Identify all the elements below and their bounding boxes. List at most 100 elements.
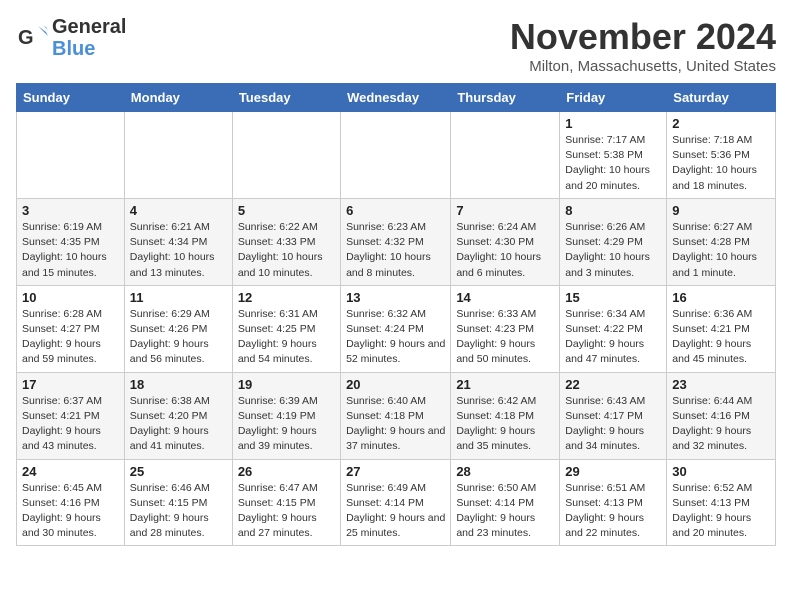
logo-line1: General [52, 16, 126, 38]
calendar-cell: 23 Sunrise: 6:44 AM Sunset: 4:16 PM Dayli… [667, 372, 776, 459]
day-number: 4 [130, 203, 227, 218]
day-number: 5 [238, 203, 335, 218]
day-info: Sunrise: 6:39 AM Sunset: 4:19 PM Dayligh… [238, 394, 335, 455]
day-info: Sunrise: 6:40 AM Sunset: 4:18 PM Dayligh… [346, 394, 445, 455]
calendar-cell: 26 Sunrise: 6:47 AM Sunset: 4:15 PM Dayli… [232, 459, 340, 546]
day-info: Sunrise: 6:33 AM Sunset: 4:23 PM Dayligh… [456, 307, 554, 368]
calendar-header-row: SundayMondayTuesdayWednesdayThursdayFrid… [17, 84, 776, 112]
day-info: Sunrise: 6:43 AM Sunset: 4:17 PM Dayligh… [565, 394, 661, 455]
svg-text:G: G [18, 27, 34, 49]
day-info: Sunrise: 6:36 AM Sunset: 4:21 PM Dayligh… [672, 307, 770, 368]
calendar-cell: 1 Sunrise: 7:17 AM Sunset: 5:38 PM Daylig… [560, 112, 667, 199]
day-number: 11 [130, 290, 227, 305]
logo: G General Blue [16, 16, 126, 60]
calendar-cell: 7Sunrise: 6:24 AM Sunset: 4:30 PM Daylig… [451, 198, 560, 285]
day-number: 3 [22, 203, 119, 218]
day-number: 16 [672, 290, 770, 305]
column-header-sunday: Sunday [17, 84, 125, 112]
day-number: 22 [565, 377, 661, 392]
day-info: Sunrise: 6:22 AM Sunset: 4:33 PM Dayligh… [238, 220, 335, 281]
day-number: 25 [130, 464, 227, 479]
calendar-cell: 19 Sunrise: 6:39 AM Sunset: 4:19 PM Dayli… [232, 372, 340, 459]
day-number: 14 [456, 290, 554, 305]
calendar-cell: 21 Sunrise: 6:42 AM Sunset: 4:18 PM Dayli… [451, 372, 560, 459]
day-info: Sunrise: 7:17 AM Sunset: 5:38 PM Dayligh… [565, 133, 661, 194]
calendar-cell: 11 Sunrise: 6:29 AM Sunset: 4:26 PM Dayli… [124, 285, 232, 372]
day-info: Sunrise: 7:18 AM Sunset: 5:36 PM Dayligh… [672, 133, 770, 194]
month-title: November 2024 [510, 16, 776, 58]
calendar-cell: 29Sunrise: 6:51 AM Sunset: 4:13 PM Dayli… [560, 459, 667, 546]
page-header: G General Blue November 2024 Milton, Mas… [16, 16, 776, 75]
day-info: Sunrise: 6:37 AM Sunset: 4:21 PM Dayligh… [22, 394, 119, 455]
calendar-cell: 15 Sunrise: 6:34 AM Sunset: 4:22 PM Dayli… [560, 285, 667, 372]
column-header-saturday: Saturday [667, 84, 776, 112]
column-header-monday: Monday [124, 84, 232, 112]
day-info: Sunrise: 6:28 AM Sunset: 4:27 PM Dayligh… [22, 307, 119, 368]
day-info: Sunrise: 6:19 AM Sunset: 4:35 PM Dayligh… [22, 220, 119, 281]
calendar-week-5: 24Sunrise: 6:45 AM Sunset: 4:16 PM Dayli… [17, 459, 776, 546]
calendar-week-2: 3 Sunrise: 6:19 AM Sunset: 4:35 PM Daylig… [17, 198, 776, 285]
day-number: 12 [238, 290, 335, 305]
calendar-cell: 25 Sunrise: 6:46 AM Sunset: 4:15 PM Dayli… [124, 459, 232, 546]
day-number: 1 [565, 116, 661, 131]
day-info: Sunrise: 6:49 AM Sunset: 4:14 PM Dayligh… [346, 481, 445, 542]
calendar-cell [232, 112, 340, 199]
day-info: Sunrise: 6:27 AM Sunset: 4:28 PM Dayligh… [672, 220, 770, 281]
day-number: 2 [672, 116, 770, 131]
day-number: 26 [238, 464, 335, 479]
calendar-cell: 10 Sunrise: 6:28 AM Sunset: 4:27 PM Dayli… [17, 285, 125, 372]
calendar-cell: 20 Sunrise: 6:40 AM Sunset: 4:18 PM Dayli… [341, 372, 451, 459]
day-info: Sunrise: 6:23 AM Sunset: 4:32 PM Dayligh… [346, 220, 445, 281]
day-number: 10 [22, 290, 119, 305]
day-number: 19 [238, 377, 335, 392]
calendar-cell: 13 Sunrise: 6:32 AM Sunset: 4:24 PM Dayli… [341, 285, 451, 372]
column-header-thursday: Thursday [451, 84, 560, 112]
day-number: 17 [22, 377, 119, 392]
day-info: Sunrise: 6:46 AM Sunset: 4:15 PM Dayligh… [130, 481, 227, 542]
calendar-week-1: 1 Sunrise: 7:17 AM Sunset: 5:38 PM Daylig… [17, 112, 776, 199]
day-info: Sunrise: 6:44 AM Sunset: 4:16 PM Dayligh… [672, 394, 770, 455]
day-number: 30 [672, 464, 770, 479]
day-info: Sunrise: 6:47 AM Sunset: 4:15 PM Dayligh… [238, 481, 335, 542]
column-header-friday: Friday [560, 84, 667, 112]
day-number: 20 [346, 377, 445, 392]
day-number: 15 [565, 290, 661, 305]
calendar-cell [341, 112, 451, 199]
calendar-week-4: 17 Sunrise: 6:37 AM Sunset: 4:21 PM Dayli… [17, 372, 776, 459]
day-info: Sunrise: 6:34 AM Sunset: 4:22 PM Dayligh… [565, 307, 661, 368]
calendar-cell: 18 Sunrise: 6:38 AM Sunset: 4:20 PM Dayli… [124, 372, 232, 459]
day-info: Sunrise: 6:21 AM Sunset: 4:34 PM Dayligh… [130, 220, 227, 281]
day-number: 23 [672, 377, 770, 392]
day-number: 8 [565, 203, 661, 218]
calendar-cell: 22 Sunrise: 6:43 AM Sunset: 4:17 PM Dayli… [560, 372, 667, 459]
logo-line2: Blue [52, 38, 126, 60]
calendar-cell: 2 Sunrise: 7:18 AM Sunset: 5:36 PM Daylig… [667, 112, 776, 199]
day-info: Sunrise: 6:29 AM Sunset: 4:26 PM Dayligh… [130, 307, 227, 368]
day-number: 13 [346, 290, 445, 305]
day-info: Sunrise: 6:42 AM Sunset: 4:18 PM Dayligh… [456, 394, 554, 455]
logo-icon: G [16, 22, 48, 54]
calendar-cell [17, 112, 125, 199]
day-info: Sunrise: 6:50 AM Sunset: 4:14 PM Dayligh… [456, 481, 554, 542]
day-info: Sunrise: 6:38 AM Sunset: 4:20 PM Dayligh… [130, 394, 227, 455]
calendar-cell: 8Sunrise: 6:26 AM Sunset: 4:29 PM Daylig… [560, 198, 667, 285]
calendar-cell: 16 Sunrise: 6:36 AM Sunset: 4:21 PM Dayli… [667, 285, 776, 372]
day-number: 21 [456, 377, 554, 392]
calendar-cell: 27 Sunrise: 6:49 AM Sunset: 4:14 PM Dayli… [341, 459, 451, 546]
calendar-cell: 24Sunrise: 6:45 AM Sunset: 4:16 PM Dayli… [17, 459, 125, 546]
title-area: November 2024 Milton, Massachusetts, Uni… [510, 16, 776, 75]
day-info: Sunrise: 6:52 AM Sunset: 4:13 PM Dayligh… [672, 481, 770, 542]
calendar-cell: 12 Sunrise: 6:31 AM Sunset: 4:25 PM Dayli… [232, 285, 340, 372]
calendar-cell: 4 Sunrise: 6:21 AM Sunset: 4:34 PM Daylig… [124, 198, 232, 285]
day-info: Sunrise: 6:45 AM Sunset: 4:16 PM Dayligh… [22, 481, 119, 542]
day-info: Sunrise: 6:32 AM Sunset: 4:24 PM Dayligh… [346, 307, 445, 368]
calendar-cell [124, 112, 232, 199]
day-number: 18 [130, 377, 227, 392]
day-number: 27 [346, 464, 445, 479]
calendar-cell: 6Sunrise: 6:23 AM Sunset: 4:32 PM Daylig… [341, 198, 451, 285]
day-number: 7 [456, 203, 554, 218]
day-number: 28 [456, 464, 554, 479]
calendar-cell: 9Sunrise: 6:27 AM Sunset: 4:28 PM Daylig… [667, 198, 776, 285]
day-info: Sunrise: 6:31 AM Sunset: 4:25 PM Dayligh… [238, 307, 335, 368]
calendar-table: SundayMondayTuesdayWednesdayThursdayFrid… [16, 83, 776, 546]
